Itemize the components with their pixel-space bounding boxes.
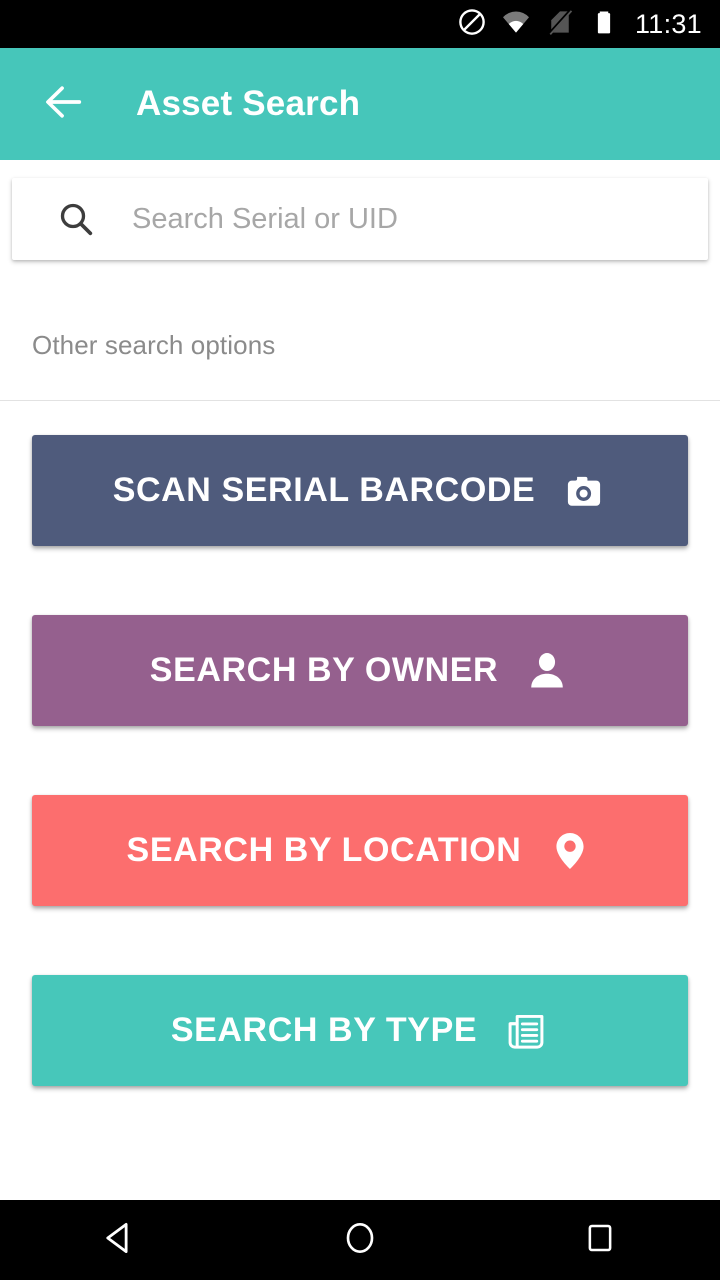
android-nav-bar [0,1200,720,1280]
scan-serial-barcode-button[interactable]: SCAN SERIAL BARCODE [32,435,688,546]
search-input[interactable] [132,202,708,236]
newspaper-icon [503,1008,549,1054]
phone-screen: 11:31 Asset Search Other search options … [0,0,720,1280]
nav-recents-button[interactable] [540,1200,660,1280]
status-bar: 11:31 [0,0,720,48]
search-by-type-label: SEARCH BY TYPE [170,1011,478,1049]
person-icon [524,648,570,694]
search-by-type-button[interactable]: SEARCH BY TYPE [32,975,688,1086]
nav-back-button[interactable] [60,1200,180,1280]
search-card[interactable] [12,178,708,260]
no-sim-icon [545,7,575,42]
wifi-icon [501,7,531,42]
status-time: 11:31 [634,8,702,39]
search-icon [54,197,98,241]
nav-back-icon [99,1217,141,1264]
map-pin-icon [547,828,593,874]
scan-serial-barcode-label: SCAN SERIAL BARCODE [112,471,536,509]
battery-icon [589,7,619,42]
app-bar: Asset Search [0,48,720,160]
do-not-disturb-icon [457,7,487,42]
status-icon-group [457,7,619,42]
page-title: Asset Search [136,84,361,123]
back-button[interactable] [36,76,92,132]
section-divider [0,400,720,401]
other-search-options-label: Other search options [32,330,276,360]
search-options-list: SCAN SERIAL BARCODE SEARCH BY OWNER SEAR… [0,435,720,1155]
search-by-location-label: SEARCH BY LOCATION [126,831,522,869]
nav-home-button[interactable] [300,1200,420,1280]
search-by-location-button[interactable]: SEARCH BY LOCATION [32,795,688,906]
nav-recents-icon [581,1219,619,1262]
back-arrow-icon [41,79,87,130]
search-by-owner-label: SEARCH BY OWNER [149,651,499,689]
nav-home-icon [340,1218,380,1263]
search-by-owner-button[interactable]: SEARCH BY OWNER [32,615,688,726]
camera-icon [561,468,607,514]
